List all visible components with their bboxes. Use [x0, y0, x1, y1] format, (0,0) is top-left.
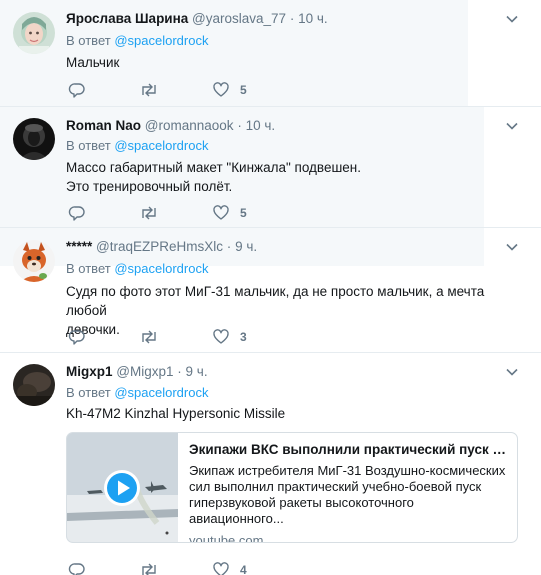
chevron-down-icon[interactable]: [505, 119, 519, 133]
user-handle[interactable]: @romannaook: [145, 118, 234, 133]
tweet[interactable]: ***** @traqEZPReHmsXlc · 9 ч. В ответ @s…: [0, 228, 541, 352]
tweet-text-line: Массо габаритный макет "Кинжала" подвеше…: [66, 160, 361, 175]
reply-icon: [68, 330, 85, 345]
reply-mention-link[interactable]: @spacelordrock: [114, 138, 208, 153]
tweet-header: ***** @traqEZPReHmsXlc · 9 ч.: [66, 238, 257, 256]
retweet-button[interactable]: [139, 203, 159, 223]
tweet-actions: 5: [66, 203, 266, 223]
separator-dot: ·: [177, 364, 182, 379]
tweet[interactable]: Roman Nao @romannaook · 10 ч. В ответ @s…: [0, 107, 541, 227]
reply-icon: [68, 206, 85, 221]
timestamp[interactable]: 9 ч.: [235, 239, 257, 254]
reply-button[interactable]: [68, 327, 86, 347]
user-handle[interactable]: @traqEZPReHmsXlc: [96, 239, 223, 254]
tweet-text-line: Kh-47M2 Kinzhal Hypersonic Missile: [66, 406, 286, 421]
like-count: 3: [240, 330, 247, 344]
like-button[interactable]: 3: [212, 327, 247, 347]
retweet-icon: [142, 206, 156, 220]
heart-icon: [213, 205, 229, 220]
tweet-header: Ярослава Шарина @yaroslava_77 · 10 ч.: [66, 10, 328, 28]
reply-context: В ответ @spacelordrock: [66, 137, 208, 155]
timestamp[interactable]: 10 ч.: [246, 118, 276, 133]
reply-prefix: В ответ: [66, 385, 111, 400]
tweet-text: Мальчик: [66, 53, 516, 72]
tweet-text-line: Мальчик: [66, 55, 120, 70]
retweet-button[interactable]: [139, 80, 159, 100]
tweet[interactable]: Migxp1 @Migxp1 · 9 ч. В ответ @spacelord…: [0, 353, 541, 575]
heart-icon: [213, 82, 229, 97]
card-description-line: гиперзвуковой ракеты высокоточного авиац…: [189, 495, 414, 526]
avatar[interactable]: [13, 240, 55, 282]
card-title[interactable]: Экипажи ВКС выполнили практический пуск …: [189, 441, 507, 459]
card-description-line: сил выполнил практический учебно-боевой …: [189, 479, 482, 494]
chevron-down-icon[interactable]: [505, 12, 519, 26]
tweet-actions: 5: [66, 80, 266, 100]
link-preview-card[interactable]: Экипажи ВКС выполнили практический пуск …: [66, 432, 518, 543]
display-name[interactable]: Roman Nao: [66, 118, 141, 133]
tweet-text: Массо габаритный макет "Кинжала" подвеше…: [66, 158, 516, 196]
heart-icon: [213, 329, 229, 344]
retweet-button[interactable]: [139, 560, 159, 575]
avatar[interactable]: [13, 118, 55, 160]
like-button[interactable]: 5: [212, 80, 247, 100]
reply-mention-link[interactable]: @spacelordrock: [114, 261, 208, 276]
separator-dot: ·: [237, 118, 242, 133]
reply-prefix: В ответ: [66, 261, 111, 276]
reply-context: В ответ @spacelordrock: [66, 32, 208, 50]
retweet-icon: [142, 83, 156, 97]
card-body: Экипажи ВКС выполнили практический пуск …: [189, 441, 507, 543]
reply-button[interactable]: [68, 203, 86, 223]
timestamp[interactable]: 10 ч.: [298, 11, 328, 26]
tweet-actions: 3: [66, 327, 266, 347]
tweet-header: Migxp1 @Migxp1 · 9 ч.: [66, 363, 208, 381]
card-domain: youtube.com: [189, 533, 264, 543]
reply-button[interactable]: [68, 80, 86, 100]
like-count: 4: [240, 563, 247, 575]
reply-context: В ответ @spacelordrock: [66, 384, 208, 402]
avatar[interactable]: [13, 12, 55, 54]
heart-icon: [213, 562, 229, 575]
separator-dot: ·: [289, 11, 295, 26]
tweet-header: Roman Nao @romannaook · 10 ч.: [66, 117, 275, 135]
separator-dot: ·: [226, 239, 232, 254]
display-name[interactable]: *****: [66, 239, 92, 254]
tweet-text: Kh-47M2 Kinzhal Hypersonic Missile: [66, 404, 516, 423]
reply-icon: [68, 83, 85, 98]
avatar[interactable]: [13, 364, 55, 406]
play-icon[interactable]: [103, 469, 141, 507]
like-count: 5: [240, 83, 247, 97]
tweet-text-line: Это тренировочный полёт.: [66, 179, 233, 194]
timestamp[interactable]: 9 ч.: [186, 364, 208, 379]
reply-button[interactable]: [68, 560, 86, 575]
card-description: Экипаж истребителя МиГ-31 Воздушно-косми…: [189, 463, 507, 527]
user-handle[interactable]: @Migxp1: [116, 364, 173, 379]
like-button[interactable]: 4: [212, 560, 247, 575]
video-thumbnail[interactable]: [67, 433, 178, 542]
retweet-icon: [142, 563, 156, 575]
user-handle[interactable]: @yaroslava_77: [192, 11, 286, 26]
tweet-text-line: Судя по фото этот МиГ-31 мальчик, да не …: [66, 284, 485, 318]
tweet[interactable]: Ярослава Шарина @yaroslava_77 · 10 ч. В …: [0, 0, 541, 106]
display-name[interactable]: Migxp1: [66, 364, 113, 379]
like-count: 5: [240, 206, 247, 220]
reply-mention-link[interactable]: @spacelordrock: [114, 33, 208, 48]
reply-mention-link[interactable]: @spacelordrock: [114, 385, 208, 400]
display-name[interactable]: Ярослава Шарина: [66, 11, 188, 26]
reply-prefix: В ответ: [66, 138, 111, 153]
retweet-icon: [142, 330, 156, 344]
tweet-actions: 4: [66, 560, 266, 575]
reply-context: В ответ @spacelordrock: [66, 260, 208, 278]
like-button[interactable]: 5: [212, 203, 247, 223]
reply-prefix: В ответ: [66, 33, 111, 48]
chevron-down-icon[interactable]: [505, 365, 519, 379]
reply-icon: [68, 563, 85, 575]
chevron-down-icon[interactable]: [505, 240, 519, 254]
retweet-button[interactable]: [139, 327, 159, 347]
card-description-line: Экипаж истребителя МиГ-31 Воздушно-косми…: [189, 463, 506, 478]
